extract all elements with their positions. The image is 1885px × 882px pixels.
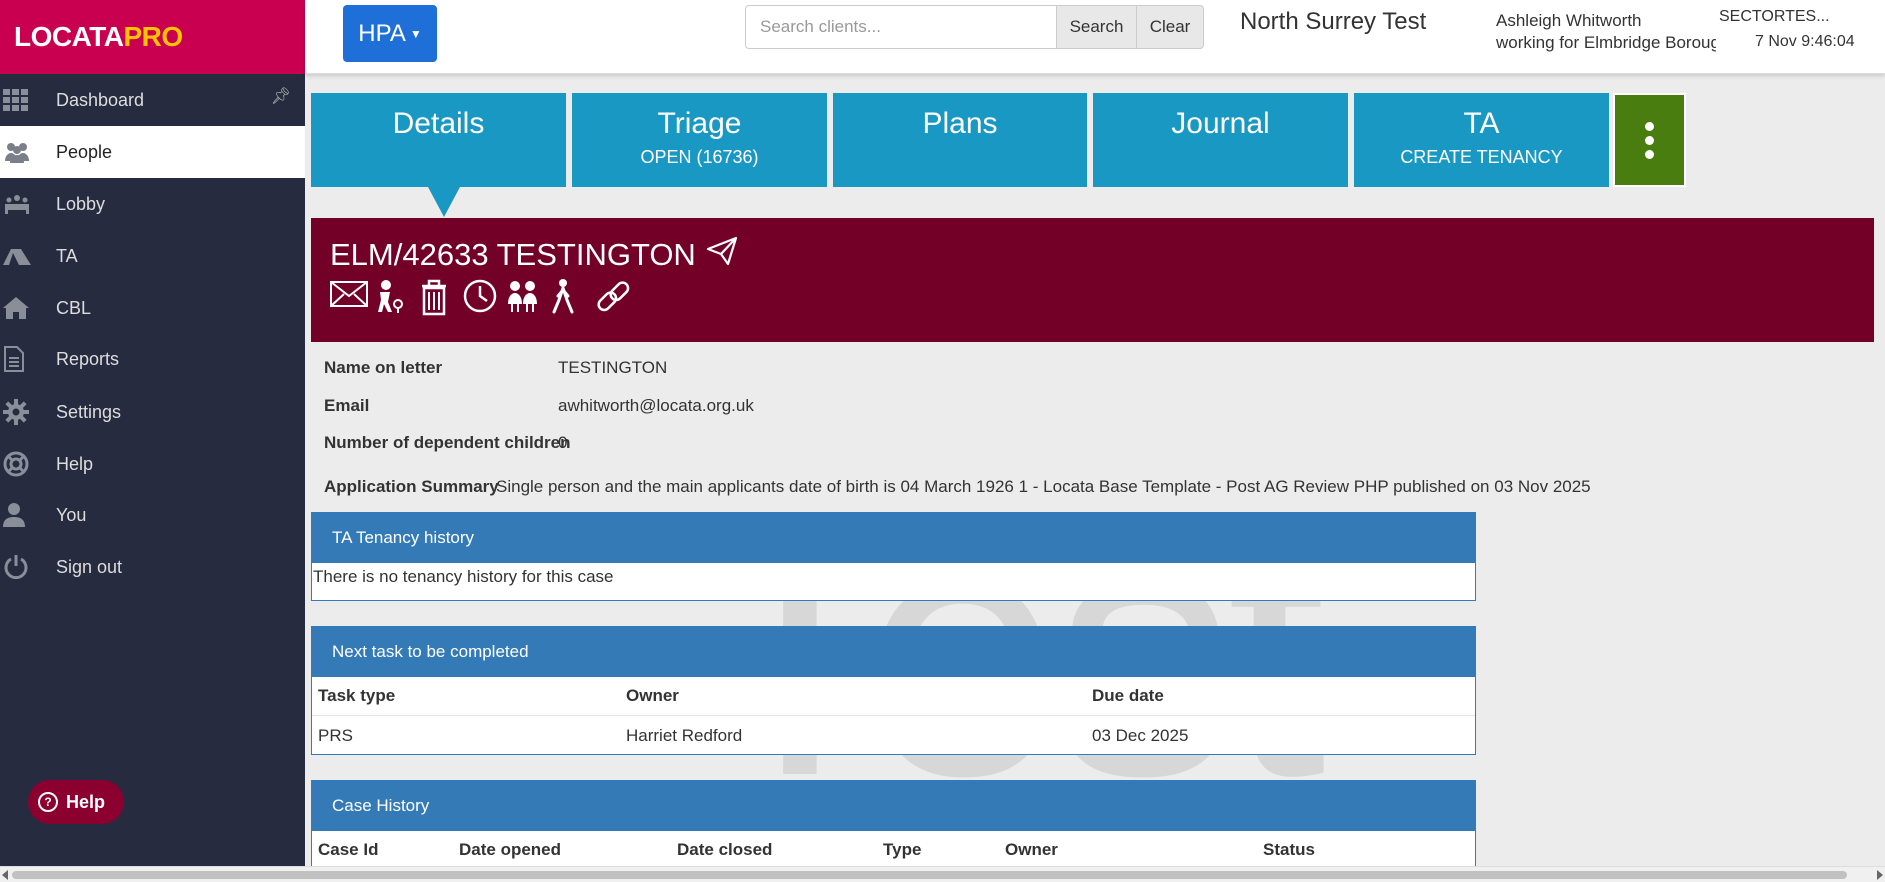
sidebar-item-label: Dashboard — [56, 89, 145, 110]
column-header: Owner — [1005, 840, 1058, 859]
dependent-children-label: Number of dependent children — [324, 433, 571, 452]
column-header: Status — [1263, 840, 1315, 859]
home-icon — [0, 297, 56, 319]
gear-icon — [0, 399, 56, 425]
organisation-name: North Surrey Test — [1240, 8, 1427, 35]
sidebar-item-help[interactable]: Help — [0, 438, 305, 490]
sidebar-item-you[interactable]: You — [0, 489, 305, 541]
people-icon — [0, 141, 56, 163]
name-on-letter-value: TESTINGTON — [558, 358, 668, 377]
panel-title: Next task to be completed — [312, 627, 1475, 677]
floating-help-button[interactable]: ? Help — [28, 780, 124, 824]
scroll-left-arrow-icon[interactable] — [2, 870, 8, 880]
document-icon — [0, 346, 56, 372]
panel-title: Case History — [312, 781, 1475, 831]
sidebar-item-lobby[interactable]: Lobby — [0, 178, 305, 230]
lobby-icon — [0, 194, 56, 214]
locata-logo[interactable]: LOCATAPRO — [0, 0, 305, 74]
tab-triage[interactable]: Triage OPEN (16736) — [572, 93, 827, 187]
email-label: Email — [324, 396, 370, 415]
scroll-right-arrow-icon[interactable] — [1877, 870, 1883, 880]
lifebuoy-icon — [0, 451, 56, 477]
search-clients-input[interactable] — [745, 5, 1061, 49]
question-icon: ? — [38, 792, 58, 812]
due-date-cell: 03 Dec 2025 — [1092, 725, 1189, 745]
walking-icon[interactable] — [550, 278, 586, 318]
sidebar-item-settings[interactable]: Settings — [0, 386, 305, 438]
tab-plans[interactable]: Plans — [833, 93, 1087, 187]
sidebar-item-people[interactable]: People — [0, 126, 305, 178]
sidebar: LOCATAPRO Dashboard 📌︎ People Lobby TA C… — [0, 0, 305, 866]
sidebar-item-sign-out[interactable]: Sign out — [0, 541, 305, 593]
sidebar-item-label: Reports — [56, 348, 120, 369]
send-icon[interactable] — [706, 236, 738, 274]
application-summary-value: Single person and the main applicants da… — [496, 477, 1591, 496]
sidebar-item-reports[interactable]: Reports — [0, 333, 305, 385]
user-name: Ashleigh Whitworth — [1496, 11, 1642, 30]
tab-details[interactable]: Details — [311, 93, 566, 187]
caseworker-icon[interactable] — [374, 278, 410, 318]
history-icon[interactable] — [462, 278, 498, 318]
sidebar-item-label: You — [56, 504, 87, 525]
sidebar-item-label: Sign out — [56, 556, 123, 577]
sidebar-item-ta[interactable]: TA — [0, 230, 305, 282]
sidebar-item-dashboard[interactable]: Dashboard 📌︎ — [0, 74, 305, 126]
empty-history-text: There is no tenancy history for this cas… — [313, 567, 614, 586]
more-options-button[interactable] — [1613, 93, 1686, 187]
sidebar-item-label: Settings — [56, 401, 122, 422]
sidebar-item-label: Lobby — [56, 193, 106, 214]
sidebar-item-label: CBL — [56, 297, 92, 318]
column-header: Due date — [1092, 686, 1164, 705]
sidebar-item-label: TA — [56, 245, 78, 266]
grid-icon — [0, 89, 56, 111]
ta-tenancy-history-panel: TA Tenancy history There is no tenancy h… — [311, 512, 1476, 601]
column-header: Task type — [318, 686, 396, 705]
table-header-row: Task type Owner Due date — [312, 677, 1475, 716]
client-reference: ELM/42633 TESTINGTON — [330, 237, 696, 272]
email-value: awhitworth@locata.org.uk — [558, 396, 754, 415]
panel-title: TA Tenancy history — [312, 513, 1475, 563]
sidebar-item-label: People — [56, 141, 113, 162]
top-bar: HPA▼ Search Clear North Surrey Test Ashl… — [305, 0, 1885, 74]
pin-icon[interactable]: 📌︎ — [271, 86, 291, 106]
link-icon[interactable] — [594, 278, 630, 318]
search-button[interactable]: Search — [1056, 5, 1137, 49]
household-icon[interactable] — [506, 278, 542, 318]
power-icon — [0, 554, 56, 580]
current-datetime: 7 Nov 9:46:04 — [1755, 33, 1855, 50]
column-header: Owner — [626, 686, 679, 705]
tent-icon — [0, 247, 56, 265]
table-header-row: Case Id Date opened Date closed Type Own… — [312, 831, 1475, 870]
application-summary-label: Application Summary — [324, 477, 499, 496]
client-header: ELM/42633 TESTINGTON — [311, 218, 1874, 342]
vertical-dots-icon — [1645, 121, 1654, 159]
task-type-cell: PRS — [318, 725, 353, 745]
user-organisation: working for Elmbridge Boroug... — [1496, 33, 1716, 52]
scrollbar-thumb[interactable] — [12, 871, 1847, 879]
clear-button[interactable]: Clear — [1136, 5, 1204, 49]
column-header: Type — [883, 840, 922, 859]
environment-name: SECTORTES... — [1719, 8, 1830, 25]
owner-cell: Harriet Redford — [626, 725, 743, 745]
name-on-letter-label: Name on letter — [324, 358, 443, 377]
table-row[interactable]: PRS Harriet Redford 03 Dec 2025 — [312, 716, 1475, 755]
horizontal-scrollbar[interactable] — [0, 866, 1885, 882]
case-history-panel: Case History Case Id Date opened Date cl… — [311, 780, 1476, 870]
sidebar-item-label: Help — [56, 453, 94, 474]
envelope-icon[interactable] — [330, 278, 368, 318]
column-header: Case Id — [318, 840, 379, 859]
trash-icon[interactable] — [418, 278, 454, 318]
caret-down-icon: ▼ — [409, 26, 422, 41]
column-header: Date closed — [677, 840, 773, 859]
tab-journal[interactable]: Journal — [1093, 93, 1348, 187]
column-header: Date opened — [459, 840, 562, 859]
dependent-children-value: 0 — [558, 433, 568, 452]
active-tab-pointer — [428, 187, 460, 217]
user-icon — [0, 503, 56, 527]
tab-ta[interactable]: TA CREATE TENANCY — [1354, 93, 1609, 187]
sidebar-item-cbl[interactable]: CBL — [0, 282, 305, 334]
module-dropdown-button[interactable]: HPA ▼ — [343, 5, 437, 62]
next-task-panel: Next task to be completed Task type Owne… — [311, 626, 1476, 755]
